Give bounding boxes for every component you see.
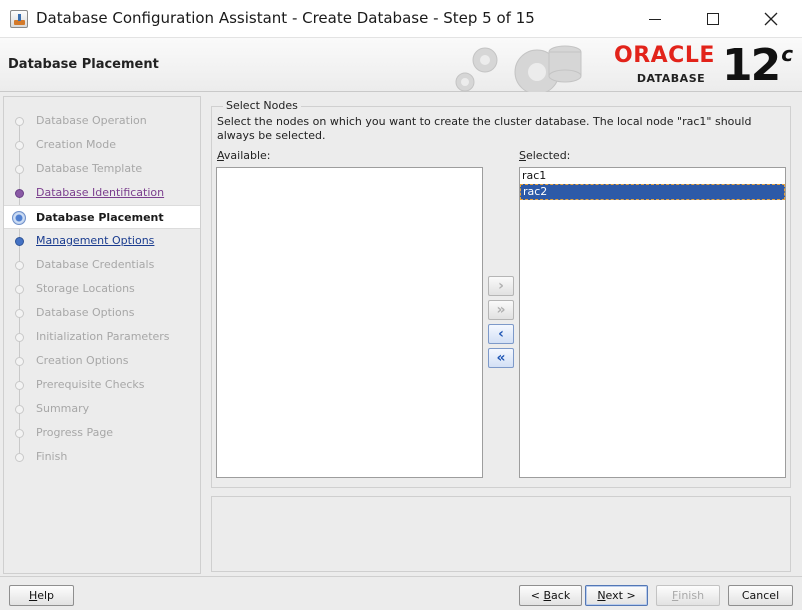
nav-step-label: Progress Page <box>36 426 114 439</box>
nav-step-database-credentials: Database Credentials <box>4 253 200 277</box>
move-selected-button[interactable]: › <box>488 276 514 296</box>
nav-step-database-template: Database Template <box>4 157 200 181</box>
nav-step-label: Summary <box>36 402 90 415</box>
nav-step-label: Database Placement <box>36 211 164 224</box>
minimize-icon <box>649 18 661 20</box>
version-badge: 12 c <box>722 40 793 91</box>
selected-node-item[interactable]: rac2 <box>520 184 785 200</box>
version-suffix: c <box>781 42 794 66</box>
nav-step-label: Database Template <box>36 162 143 175</box>
title-bar: Database Configuration Assistant - Creat… <box>0 0 802 38</box>
instructions-text: Select the nodes on which you want to cr… <box>217 115 752 142</box>
nav-step-label: Initialization Parameters <box>36 330 170 343</box>
step-indicator-icon <box>15 141 24 150</box>
back-button[interactable]: < Back <box>519 585 582 606</box>
oracle-logo: ORACLE DATABASE <box>614 43 718 86</box>
available-label: Available: <box>217 149 271 162</box>
step-indicator-icon <box>15 453 24 462</box>
next-button[interactable]: Next > <box>585 585 648 606</box>
close-button[interactable] <box>742 0 800 38</box>
maximize-button[interactable] <box>684 0 742 38</box>
nav-step-label: Creation Mode <box>36 138 117 151</box>
nav-step-database-options: Database Options <box>4 301 200 325</box>
footer-bar: Help < Back Next > Finish Cancel <box>0 576 802 610</box>
nav-step-label: Storage Locations <box>36 282 135 295</box>
nav-step-creation-mode: Creation Mode <box>4 133 200 157</box>
nav-step-label: Finish <box>36 450 68 463</box>
nav-step-label: Prerequisite Checks <box>36 378 145 391</box>
selected-node-item[interactable]: rac1 <box>520 168 785 184</box>
step-indicator-icon <box>15 333 24 342</box>
close-icon <box>764 12 778 26</box>
nav-step-database-operation: Database Operation <box>4 109 200 133</box>
step-indicator-icon <box>15 189 24 198</box>
remove-all-button[interactable]: « <box>488 348 514 368</box>
step-indicator-icon <box>12 211 26 225</box>
nav-step-initialization-parameters: Initialization Parameters <box>4 325 200 349</box>
help-button[interactable]: Help <box>9 585 74 606</box>
step-indicator-icon <box>15 381 24 390</box>
gears-decoration-icon <box>455 45 582 92</box>
nav-step-progress-page: Progress Page <box>4 421 200 445</box>
nav-step-label: Database Identification <box>36 186 165 199</box>
cancel-button[interactable]: Cancel <box>728 585 793 606</box>
selected-label: Selected: <box>519 149 571 162</box>
page-heading: Database Placement <box>8 57 159 72</box>
step-indicator-icon <box>15 309 24 318</box>
step-indicator-icon <box>15 429 24 438</box>
nav-step-label: Creation Options <box>36 354 129 367</box>
remove-selected-button[interactable]: ‹ <box>488 324 514 344</box>
nav-step-label: Management Options <box>36 234 155 247</box>
group-title: Select Nodes <box>223 99 301 112</box>
selected-nodes-list[interactable]: rac1 rac2 <box>519 167 786 478</box>
nav-step-management-options[interactable]: Management Options <box>4 229 200 253</box>
main-area: Database Operation Creation Mode Database … <box>0 92 802 576</box>
available-nodes-list[interactable] <box>216 167 483 478</box>
step-indicator-icon <box>15 261 24 270</box>
finish-button[interactable]: Finish <box>656 585 720 606</box>
version-number: 12 <box>722 40 781 91</box>
step-indicator-icon <box>15 237 24 246</box>
oracle-logo-subtitle: DATABASE <box>636 72 706 85</box>
window-title: Database Configuration Assistant - Creat… <box>36 9 535 27</box>
move-all-button[interactable]: » <box>488 300 514 320</box>
step-indicator-icon <box>15 357 24 366</box>
nav-step-label: Database Options <box>36 306 135 319</box>
header-banner: Database Placement ORACLE DATABASE 12 c <box>0 38 802 92</box>
oracle-logo-word: ORACLE <box>614 43 715 68</box>
nav-step-finish: Finish <box>4 445 200 469</box>
step-navigator: Database Operation Creation Mode Database … <box>3 96 201 574</box>
app-icon <box>10 10 28 28</box>
nav-step-label: Database Operation <box>36 114 147 127</box>
nav-step-storage-locations: Storage Locations <box>4 277 200 301</box>
step-indicator-icon <box>15 405 24 414</box>
step-indicator-icon <box>15 117 24 126</box>
step-indicator-icon <box>15 285 24 294</box>
nav-step-label: Database Credentials <box>36 258 155 271</box>
nav-step-prerequisite-checks: Prerequisite Checks <box>4 373 200 397</box>
minimize-button[interactable] <box>626 0 684 38</box>
nav-step-creation-options: Creation Options <box>4 349 200 373</box>
nav-step-summary: Summary <box>4 397 200 421</box>
message-area <box>211 496 791 572</box>
nav-step-database-identification[interactable]: Database Identification <box>4 181 200 205</box>
step-indicator-icon <box>15 165 24 174</box>
nav-step-database-placement: Database Placement <box>4 205 200 229</box>
maximize-icon <box>707 13 719 25</box>
